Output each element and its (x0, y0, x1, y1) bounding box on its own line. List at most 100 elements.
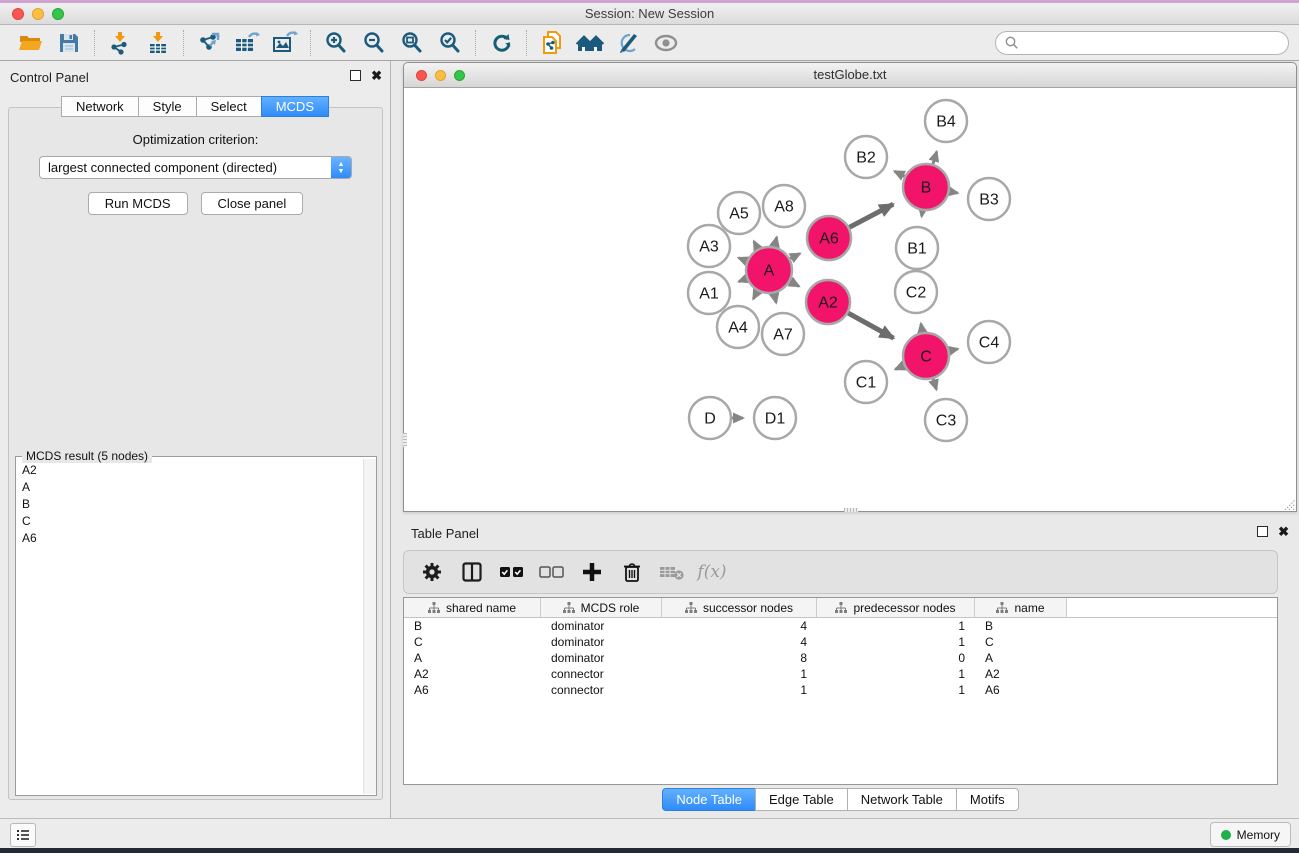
edge-A-A6[interactable] (790, 254, 800, 259)
add-row-icon[interactable] (574, 555, 610, 589)
result-item[interactable]: C (16, 512, 362, 529)
edge-C-C2[interactable] (921, 324, 922, 333)
table-cell[interactable]: dominator (541, 634, 662, 650)
table-cell[interactable]: 1 (662, 666, 817, 682)
table-row[interactable]: Bdominator41B (404, 618, 1277, 634)
zoom-in-icon[interactable] (317, 28, 355, 58)
edge-B-B4[interactable] (933, 152, 937, 164)
close-window-icon[interactable] (12, 8, 24, 20)
tab-node-table[interactable]: Node Table (662, 788, 755, 811)
network-window-titlebar[interactable]: testGlobe.txt (404, 63, 1296, 88)
table-cell[interactable]: C (975, 634, 1067, 650)
table-cell[interactable]: dominator (541, 650, 662, 666)
edge-A-A4[interactable] (753, 291, 757, 299)
run-mcds-button[interactable]: Run MCDS (88, 192, 188, 215)
result-item[interactable]: A6 (16, 529, 362, 546)
table-cell[interactable]: 1 (817, 618, 975, 634)
result-item[interactable]: B (16, 495, 362, 512)
column-header-shared-name[interactable]: shared name (404, 598, 541, 617)
deselect-all-icon[interactable] (534, 555, 570, 589)
table-cell[interactable]: connector (541, 666, 662, 682)
edge-A-A1[interactable] (739, 279, 747, 282)
result-scrollbar[interactable] (363, 459, 376, 794)
edge-A6-B[interactable] (849, 204, 893, 227)
edge-A-A2[interactable] (790, 281, 799, 286)
table-row[interactable]: A6connector11A6 (404, 682, 1277, 698)
tab-style[interactable]: Style (138, 96, 196, 117)
show-panel-icon[interactable] (647, 28, 685, 58)
resize-grip-left[interactable] (403, 433, 407, 447)
table-row[interactable]: Cdominator41C (404, 634, 1277, 650)
tab-network[interactable]: Network (61, 96, 138, 117)
table-cell[interactable]: A2 (404, 666, 541, 682)
export-table-icon[interactable] (228, 28, 266, 58)
import-network-icon[interactable] (101, 28, 139, 58)
table-cell[interactable]: 1 (817, 634, 975, 650)
close-table-panel-icon[interactable]: ✖ (1278, 526, 1289, 537)
result-item[interactable]: A (16, 478, 362, 495)
table-cell[interactable]: B (975, 618, 1067, 634)
column-header-successor-nodes[interactable]: successor nodes (662, 598, 817, 617)
tab-mcds[interactable]: MCDS (261, 96, 329, 117)
edge-B-B3[interactable] (950, 191, 958, 193)
app-titlebar[interactable]: Session: New Session (0, 3, 1299, 25)
table-cell[interactable]: A6 (404, 682, 541, 698)
table-cell[interactable]: 1 (817, 682, 975, 698)
tab-edge-table[interactable]: Edge Table (755, 788, 847, 811)
duplicate-network-icon[interactable] (533, 28, 571, 58)
edge-C-C1[interactable] (895, 366, 904, 370)
table-cell[interactable]: 1 (817, 666, 975, 682)
zoom-window-icon[interactable] (52, 8, 64, 20)
column-header-MCDS-role[interactable]: MCDS role (541, 598, 662, 617)
settings-icon[interactable] (414, 555, 450, 589)
column-header-name[interactable]: name (975, 598, 1067, 617)
tab-select[interactable]: Select (196, 96, 261, 117)
result-item[interactable]: A2 (16, 461, 362, 478)
edge-A-A5[interactable] (754, 241, 758, 248)
hide-graphics-icon[interactable] (609, 28, 647, 58)
search-input[interactable] (995, 31, 1289, 55)
table-cell[interactable]: 8 (662, 650, 817, 666)
table-row[interactable]: A2connector11A2 (404, 666, 1277, 682)
save-icon[interactable] (50, 28, 88, 58)
edge-A-A7[interactable] (774, 293, 776, 302)
memory-button[interactable]: Memory (1210, 822, 1291, 847)
resize-grip-bottom[interactable] (844, 508, 858, 512)
zoom-out-icon[interactable] (355, 28, 393, 58)
export-image-icon[interactable] (266, 28, 304, 58)
table-cell[interactable]: A (404, 650, 541, 666)
edge-A-A8[interactable] (774, 237, 776, 246)
export-network-icon[interactable] (190, 28, 228, 58)
edge-A-A3[interactable] (739, 258, 747, 261)
open-folder-icon[interactable] (12, 28, 50, 58)
close-panel-button[interactable]: Close panel (201, 192, 304, 215)
float-table-panel-icon[interactable] (1257, 526, 1268, 537)
table-cell[interactable]: B (404, 618, 541, 634)
minimize-window-icon[interactable] (32, 8, 44, 20)
column-icon[interactable] (454, 555, 490, 589)
table-cell[interactable]: C (404, 634, 541, 650)
tab-network-table[interactable]: Network Table (847, 788, 956, 811)
table-cell[interactable]: 4 (662, 618, 817, 634)
table-cell[interactable]: A2 (975, 666, 1067, 682)
close-view-icon[interactable] (416, 70, 427, 81)
zoom-fit-icon[interactable] (393, 28, 431, 58)
table-cell[interactable]: dominator (541, 618, 662, 634)
table-cell[interactable]: 4 (662, 634, 817, 650)
mcds-result-list[interactable]: A2ABCA6 (16, 461, 362, 795)
column-header-predecessor-nodes[interactable]: predecessor nodes (817, 598, 975, 617)
delete-row-icon[interactable] (614, 555, 650, 589)
zoom-view-icon[interactable] (454, 70, 465, 81)
zoom-selected-icon[interactable] (431, 28, 469, 58)
table-cell[interactable]: A (975, 650, 1067, 666)
table-cell[interactable]: A6 (975, 682, 1067, 698)
edge-B-B1[interactable] (922, 211, 923, 217)
tab-motifs[interactable]: Motifs (956, 788, 1019, 811)
task-history-button[interactable] (10, 823, 36, 847)
close-panel-icon[interactable]: ✖ (371, 70, 382, 81)
network-canvas[interactable]: AA1A2A3A4A5A6A7A8BB1B2B3B4CC1C2C3C4DD1 (404, 88, 1296, 511)
resize-grip-icon[interactable] (1282, 497, 1295, 510)
edge-A2-C[interactable] (848, 313, 893, 338)
refresh-icon[interactable] (482, 28, 520, 58)
minimize-view-icon[interactable] (435, 70, 446, 81)
